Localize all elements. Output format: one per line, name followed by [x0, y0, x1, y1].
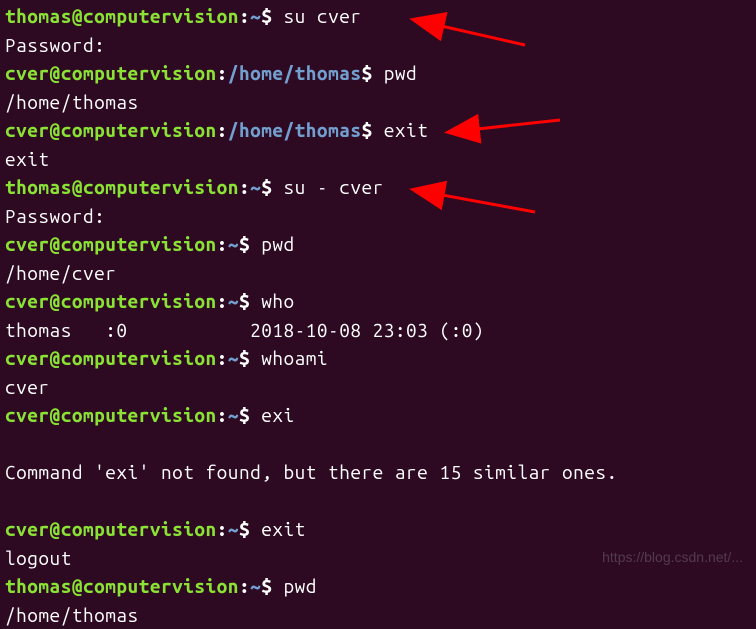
terminal-line: cver	[5, 373, 751, 402]
terminal-segment: thomas@computervision	[5, 5, 239, 27]
terminal-segment: cver@computervision	[5, 62, 217, 84]
terminal-segment: $	[239, 518, 261, 540]
terminal-segment: cver@computervision	[5, 518, 217, 540]
terminal-segment: $	[362, 119, 384, 141]
terminal-segment: su cver	[284, 5, 362, 27]
terminal-segment: Password:	[5, 34, 105, 56]
terminal-output: thomas@computervision:~$ su cverPassword…	[5, 2, 751, 629]
terminal-segment	[5, 490, 16, 512]
terminal-line: exit	[5, 145, 751, 174]
terminal-segment: :	[239, 575, 250, 597]
terminal-line	[5, 430, 751, 459]
terminal-segment: :	[217, 233, 228, 255]
terminal-segment: :	[217, 62, 228, 84]
terminal-segment: /home/thomas	[5, 91, 139, 113]
terminal-segment: $	[362, 62, 384, 84]
terminal-segment: :	[217, 119, 228, 141]
terminal-segment	[5, 433, 16, 455]
terminal-segment: exit	[261, 518, 306, 540]
terminal-segment: :	[239, 176, 250, 198]
terminal-line: Command 'exi' not found, but there are 1…	[5, 458, 751, 487]
terminal-segment: /home/thomas	[228, 119, 362, 141]
terminal-segment: Command 'exi' not found, but there are 1…	[5, 461, 618, 483]
terminal-segment: whoami	[261, 347, 328, 369]
terminal-segment: :	[217, 290, 228, 312]
terminal-segment: $	[261, 176, 283, 198]
terminal-line: cver@computervision:~$ whoami	[5, 344, 751, 373]
terminal-segment: ~	[250, 176, 261, 198]
terminal-line: /home/thomas	[5, 88, 751, 117]
terminal-segment: $	[239, 290, 261, 312]
terminal-segment: cver@computervision	[5, 404, 217, 426]
terminal-window[interactable]: thomas@computervision:~$ su cverPassword…	[5, 2, 751, 576]
terminal-line: cver@computervision:~$ pwd	[5, 230, 751, 259]
terminal-segment: cver	[5, 376, 50, 398]
terminal-line: Password:	[5, 202, 751, 231]
terminal-segment: /home/thomas	[228, 62, 362, 84]
terminal-segment: cver@computervision	[5, 119, 217, 141]
terminal-segment: pwd	[284, 575, 317, 597]
terminal-line: thomas@computervision:~$ pwd	[5, 572, 751, 601]
terminal-segment: exi	[261, 404, 294, 426]
terminal-segment: $	[261, 5, 283, 27]
terminal-segment: ~	[228, 404, 239, 426]
terminal-segment: exit	[5, 148, 50, 170]
terminal-line: cver@computervision:/home/thomas$ exit	[5, 116, 751, 145]
terminal-segment: thomas :0 2018-10-08 23:03 (:0)	[5, 319, 484, 341]
terminal-line: /home/thomas	[5, 601, 751, 629]
watermark-text: https://blog.csdn.net/...	[602, 547, 743, 568]
terminal-segment: exit	[384, 119, 429, 141]
terminal-segment: pwd	[261, 233, 294, 255]
terminal-segment: su - cver	[284, 176, 384, 198]
terminal-segment: ~	[250, 5, 261, 27]
terminal-segment: cver@computervision	[5, 290, 217, 312]
terminal-segment: ~	[250, 575, 261, 597]
terminal-segment: ~	[228, 233, 239, 255]
terminal-segment: logout	[5, 547, 72, 569]
terminal-segment: who	[261, 290, 294, 312]
terminal-segment: ~	[228, 347, 239, 369]
terminal-segment: cver@computervision	[5, 347, 217, 369]
terminal-line	[5, 487, 751, 516]
terminal-line: cver@computervision:~$ who	[5, 287, 751, 316]
terminal-segment: :	[239, 5, 250, 27]
terminal-line: /home/cver	[5, 259, 751, 288]
terminal-segment: :	[217, 347, 228, 369]
terminal-segment: $	[239, 233, 261, 255]
terminal-segment: cver@computervision	[5, 233, 217, 255]
terminal-line: thomas@computervision:~$ su - cver	[5, 173, 751, 202]
terminal-segment: /home/thomas	[5, 604, 139, 626]
terminal-segment: $	[261, 575, 283, 597]
terminal-line: Password:	[5, 31, 751, 60]
terminal-segment: pwd	[384, 62, 417, 84]
terminal-line: cver@computervision:/home/thomas$ pwd	[5, 59, 751, 88]
terminal-line: cver@computervision:~$ exit	[5, 515, 751, 544]
terminal-segment: :	[217, 404, 228, 426]
terminal-segment: $	[239, 404, 261, 426]
terminal-line: thomas :0 2018-10-08 23:03 (:0)	[5, 316, 751, 345]
terminal-segment: ~	[228, 290, 239, 312]
terminal-segment: thomas@computervision	[5, 575, 239, 597]
terminal-segment: /home/cver	[5, 262, 116, 284]
terminal-segment: Password:	[5, 205, 105, 227]
terminal-line: cver@computervision:~$ exi	[5, 401, 751, 430]
terminal-segment: thomas@computervision	[5, 176, 239, 198]
terminal-segment: :	[217, 518, 228, 540]
terminal-segment: $	[239, 347, 261, 369]
terminal-line: thomas@computervision:~$ su cver	[5, 2, 751, 31]
terminal-segment: ~	[228, 518, 239, 540]
